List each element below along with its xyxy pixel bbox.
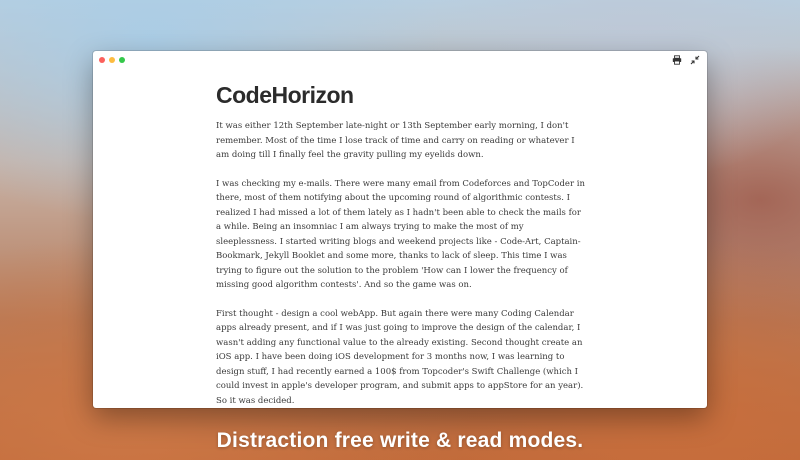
paragraph[interactable]: It was either 12th September late-night … [216,119,586,163]
document-body[interactable]: CodeHorizon It was either 12th September… [216,81,586,408]
print-icon[interactable] [672,55,682,65]
window-toolbar [672,55,700,65]
minimize-button[interactable] [109,57,115,63]
zoom-button[interactable] [119,57,125,63]
window-controls [99,57,125,63]
close-button[interactable] [99,57,105,63]
editor-window: CodeHorizon It was either 12th September… [93,51,707,408]
promo-caption: Distraction free write & read modes. [216,429,584,452]
document-title[interactable]: CodeHorizon [216,81,586,109]
paragraph[interactable]: I was checking my e-mails. There were ma… [216,177,586,293]
exit-fullscreen-icon[interactable] [690,55,700,65]
paragraph[interactable]: First thought - design a cool webApp. Bu… [216,307,586,409]
